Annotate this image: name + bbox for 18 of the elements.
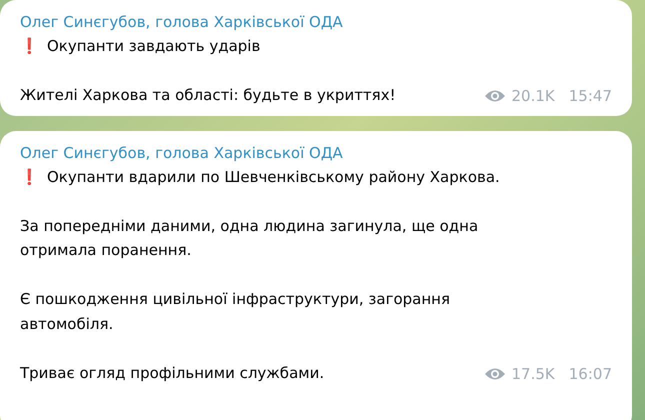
message-text: автомобіля. bbox=[20, 314, 114, 334]
exclamation-icon: ❗ bbox=[20, 164, 39, 189]
eye-icon bbox=[484, 366, 506, 381]
message-time: 16:07 bbox=[568, 364, 612, 384]
message-text: Жителі Харкова та області: будьте в укриттях! bbox=[20, 85, 396, 106]
message-text: За попередніми даними, одна людина загинула, ще одна bbox=[20, 216, 478, 236]
message-text: Триває огляд профільними службами. bbox=[20, 362, 324, 384]
author-name[interactable]: Олег Синєгубов, голова Харківської ОДА bbox=[20, 10, 612, 34]
message-text: Окупанти вдарили по Шевченківському району Харкова. bbox=[47, 166, 500, 188]
view-count: 20.1K bbox=[512, 86, 555, 107]
message-text: Є пошкодження цивільної інфраструктури, загорання bbox=[20, 289, 450, 310]
author-name[interactable]: Олег Синєгубов, голова Харківської ОДА bbox=[20, 140, 612, 164]
message-text: отримала поранення. bbox=[20, 240, 192, 261]
eye-icon bbox=[484, 89, 506, 104]
view-count: 17.5K bbox=[512, 364, 555, 384]
message-text: Окупанти завдають ударів bbox=[47, 36, 260, 57]
exclamation-icon: ❗ bbox=[20, 34, 39, 58]
message-time: 15:47 bbox=[568, 86, 612, 107]
